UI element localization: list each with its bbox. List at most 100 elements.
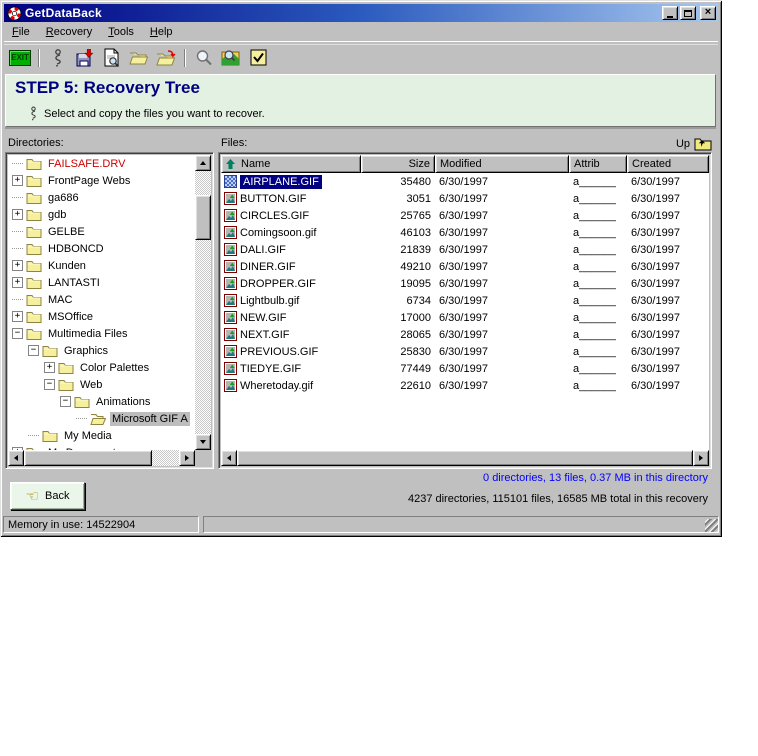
tree-item[interactable]: + MSOffice bbox=[8, 308, 195, 325]
expand-icon[interactable]: + bbox=[12, 175, 23, 186]
file-row[interactable]: NEXT.GIF280656/30/1997a______6/30/1997 bbox=[221, 326, 709, 343]
tree-item[interactable]: My Media bbox=[8, 427, 195, 444]
tree-item-label: MSOffice bbox=[46, 310, 95, 324]
menu-item-recovery[interactable]: Recovery bbox=[38, 24, 100, 41]
collapse-icon[interactable]: − bbox=[28, 345, 39, 356]
open-folder-button[interactable] bbox=[126, 47, 152, 69]
file-row[interactable]: TIEDYE.GIF774496/30/1997a______6/30/1997 bbox=[221, 360, 709, 377]
tree-item[interactable]: ga686 bbox=[8, 189, 195, 206]
image-file-icon bbox=[224, 345, 237, 358]
view-image-button[interactable] bbox=[218, 47, 244, 69]
file-attrib-cell: a______ bbox=[569, 210, 627, 222]
menu-item-help[interactable]: Help bbox=[142, 24, 181, 41]
preview-button[interactable] bbox=[99, 47, 125, 69]
exit-button[interactable]: EXIT bbox=[7, 47, 33, 69]
tree-vertical-scrollbar[interactable] bbox=[195, 155, 211, 450]
file-attrib-cell: a______ bbox=[569, 176, 627, 188]
menu-item-file[interactable]: File bbox=[4, 24, 38, 41]
file-row[interactable]: BUTTON.GIF30516/30/1997a______6/30/1997 bbox=[221, 190, 709, 207]
up-button[interactable]: Up bbox=[676, 136, 712, 152]
menu-item-tools[interactable]: Tools bbox=[100, 24, 142, 41]
collapse-icon[interactable]: − bbox=[60, 396, 71, 407]
tree-item[interactable]: MAC bbox=[8, 291, 195, 308]
scroll-left-button[interactable] bbox=[8, 450, 24, 466]
tree-item[interactable]: +Color Palettes bbox=[8, 359, 195, 376]
tree-item[interactable]: −Multimedia Files bbox=[8, 325, 195, 342]
file-row[interactable]: Wheretoday.gif226106/30/1997a______6/30/… bbox=[221, 377, 709, 394]
expand-icon[interactable]: + bbox=[12, 209, 23, 220]
tree-horizontal-scrollbar[interactable] bbox=[8, 450, 195, 466]
copy-files-icon bbox=[156, 50, 176, 66]
file-name-label: NEXT.GIF bbox=[240, 329, 290, 341]
tree-item[interactable]: +LANTASTI bbox=[8, 274, 195, 291]
expand-icon[interactable]: + bbox=[44, 362, 55, 373]
folder-icon bbox=[58, 378, 74, 391]
column-header-name[interactable]: Name bbox=[221, 155, 361, 173]
tree-item[interactable]: −Animations bbox=[8, 393, 195, 410]
back-button[interactable]: ☜ Back bbox=[10, 482, 85, 510]
tree-item[interactable]: GELBE bbox=[8, 223, 195, 240]
wizard-button[interactable] bbox=[45, 47, 71, 69]
files-header-row: Name Size Modified Attrib Created bbox=[221, 155, 709, 173]
file-row[interactable]: Lightbulb.gif67346/30/1997a______6/30/19… bbox=[221, 292, 709, 309]
scroll-right-button[interactable] bbox=[693, 450, 709, 466]
tree-item[interactable]: −Web bbox=[8, 376, 195, 393]
image-file-icon bbox=[224, 175, 237, 188]
file-row[interactable]: DALI.GIF218396/30/1997a______6/30/1997 bbox=[221, 241, 709, 258]
minimize-button[interactable] bbox=[662, 6, 678, 20]
scroll-thumb[interactable] bbox=[195, 195, 211, 240]
select-options-button[interactable] bbox=[245, 47, 271, 69]
tree-item-label: gdb bbox=[46, 208, 68, 222]
tree-item-label: My Media bbox=[62, 429, 114, 443]
image-file-icon bbox=[224, 192, 237, 205]
file-row[interactable]: AIRPLANE.GIF354806/30/1997a______6/30/19… bbox=[221, 173, 709, 190]
collapse-icon[interactable]: − bbox=[12, 328, 23, 339]
column-header-attrib[interactable]: Attrib bbox=[569, 155, 627, 173]
close-button[interactable]: × bbox=[700, 6, 716, 20]
tree-item[interactable]: FAILSAFE.DRV bbox=[8, 155, 195, 172]
search-icon bbox=[195, 49, 213, 67]
file-name-cell: NEXT.GIF bbox=[221, 328, 361, 341]
scroll-right-button[interactable] bbox=[179, 450, 195, 466]
maximize-button[interactable] bbox=[680, 6, 696, 20]
file-size-cell: 25830 bbox=[361, 346, 435, 358]
tree-item[interactable]: Microsoft GIF A bbox=[8, 410, 195, 427]
file-row[interactable]: DROPPER.GIF190956/30/1997a______6/30/199… bbox=[221, 275, 709, 292]
file-attrib-cell: a______ bbox=[569, 261, 627, 273]
tree-item[interactable]: +FrontPage Webs bbox=[8, 172, 195, 189]
search-button[interactable] bbox=[191, 47, 217, 69]
copy-files-button[interactable] bbox=[153, 47, 179, 69]
scroll-left-button[interactable] bbox=[221, 450, 237, 466]
file-row[interactable]: CIRCLES.GIF257656/30/1997a______6/30/199… bbox=[221, 207, 709, 224]
image-file-icon bbox=[224, 311, 237, 324]
tree-item[interactable]: +Kunden bbox=[8, 257, 195, 274]
scroll-thumb[interactable] bbox=[24, 450, 152, 466]
column-header-size[interactable]: Size bbox=[361, 155, 435, 173]
files-horizontal-scrollbar[interactable] bbox=[221, 450, 709, 466]
file-modified-cell: 6/30/1997 bbox=[435, 193, 569, 205]
file-name-cell: Wheretoday.gif bbox=[221, 379, 361, 392]
titlebar[interactable]: GetDataBack × bbox=[4, 4, 718, 22]
save-recovery-button[interactable] bbox=[72, 47, 98, 69]
column-header-created[interactable]: Created bbox=[627, 155, 709, 173]
file-row[interactable]: PREVIOUS.GIF258306/30/1997a______6/30/19… bbox=[221, 343, 709, 360]
preview-icon bbox=[103, 48, 121, 67]
tree-item[interactable]: HDBONCD bbox=[8, 240, 195, 257]
expand-icon[interactable]: + bbox=[12, 260, 23, 271]
status-bar: Memory in use: 14522904 bbox=[3, 516, 719, 533]
tree-item[interactable]: + gdb bbox=[8, 206, 195, 223]
scroll-up-button[interactable] bbox=[195, 155, 211, 171]
collapse-icon[interactable]: − bbox=[44, 379, 55, 390]
file-row[interactable]: DINER.GIF492106/30/1997a______6/30/1997 bbox=[221, 258, 709, 275]
column-header-modified[interactable]: Modified bbox=[435, 155, 569, 173]
file-created-cell: 6/30/1997 bbox=[627, 363, 684, 375]
scroll-thumb[interactable] bbox=[237, 450, 693, 466]
file-row[interactable]: NEW.GIF170006/30/1997a______6/30/1997 bbox=[221, 309, 709, 326]
file-row[interactable]: Comingsoon.gif461036/30/1997a______6/30/… bbox=[221, 224, 709, 241]
expand-icon[interactable]: + bbox=[12, 311, 23, 322]
expand-icon[interactable]: + bbox=[12, 277, 23, 288]
file-name-label: TIEDYE.GIF bbox=[240, 363, 301, 375]
resize-grip[interactable] bbox=[705, 519, 718, 532]
scroll-down-button[interactable] bbox=[195, 434, 211, 450]
tree-item[interactable]: −Graphics bbox=[8, 342, 195, 359]
